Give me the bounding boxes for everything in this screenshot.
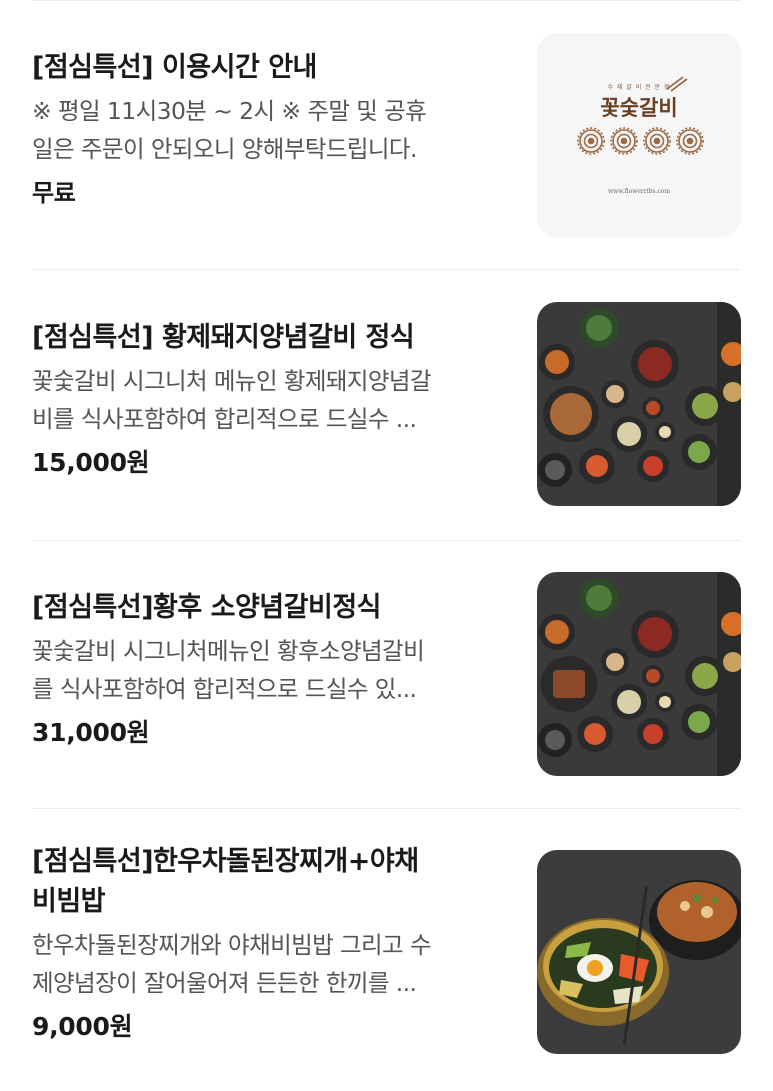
menu-item-title: [점심특선]한우차돌된장찌개+야채 비빔밥 — [32, 846, 419, 917]
menu-item-price: 9,000원 — [32, 1012, 133, 1041]
menu-item-image[interactable] — [537, 572, 741, 776]
menu-item-price: 무료 — [32, 179, 76, 207]
svg-text:수 제 갈 비 전 문 점: 수 제 갈 비 전 문 점 — [607, 83, 670, 91]
menu-item-description: 꽃숯갈비 시그니처메뉴인 황후소양념갈비 를 식사포함하여 합리적으로 드실수 … — [32, 637, 425, 703]
menu-item-title: [점심특선] 이용시간 안내 — [32, 52, 317, 83]
menu-item-title: [점심특선] 황제돼지양념갈비 정식 — [32, 322, 415, 353]
menu-item-title: [점심특선]황후 소양념갈비정식 — [32, 592, 382, 623]
menu-item-description: 꽃숯갈비 시그니처 메뉴인 황제돼지양념갈 비를 식사포함하여 합리적으로 드실… — [32, 367, 432, 433]
menu-item[interactable]: [점심특선]황후 소양념갈비정식 꽃숯갈비 시그니처메뉴인 황후소양념갈비 를 … — [0, 540, 773, 808]
menu-item-image[interactable] — [537, 302, 741, 506]
menu-item-description: 한우차돌된장찌개와 야채비빔밥 그리고 수 제양념장이 잘어울어져 든든한 한끼… — [32, 931, 432, 997]
logo-text: 꽃숯갈비 — [600, 95, 677, 120]
menu-item-image[interactable] — [537, 850, 741, 1054]
logo-url: www.flowerribs.com — [608, 188, 670, 195]
menu-item-price: 15,000원 — [32, 448, 150, 477]
menu-item[interactable]: [점심특선]한우차돌된장찌개+야채 비빔밥 한우차돌된장찌개와 야채비빔밥 그리… — [0, 808, 773, 1091]
menu-item-description: ※ 평일 11시30분 ~ 2시 ※ 주말 및 공휴 일은 주문이 안되오니 양… — [32, 97, 427, 163]
menu-item-image[interactable]: 수 제 갈 비 전 문 점 꽃숯갈비 www.flowerribs.com — [537, 33, 741, 237]
menu-item[interactable]: [점심특선] 황제돼지양념갈비 정식 꽃숯갈비 시그니처 메뉴인 황제돼지양념갈… — [0, 270, 773, 540]
korean-banchan-table-photo — [537, 572, 741, 776]
menu-item[interactable]: [점심특선] 이용시간 안내 ※ 평일 11시30분 ~ 2시 ※ 주말 및 공… — [0, 0, 773, 270]
korean-banchan-table-photo — [537, 302, 741, 506]
menu-item-price: 31,000원 — [32, 718, 150, 747]
flowerribs-logo-image: 수 제 갈 비 전 문 점 꽃숯갈비 www.flowerribs.com — [537, 33, 741, 237]
bibimbap-doenjang-stew-photo — [537, 850, 741, 1054]
